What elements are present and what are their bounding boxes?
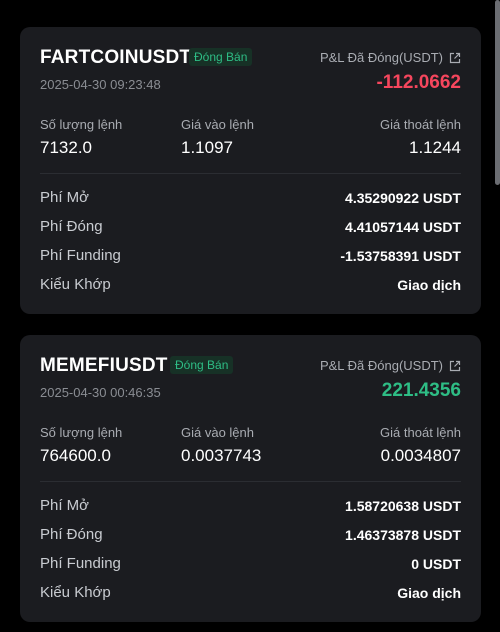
fee-value: -1.53758391 USDT [340, 247, 461, 264]
pnl-label[interactable]: P&L Đã Đóng(USDT) [320, 358, 461, 373]
fee-value: 4.41057144 USDT [345, 218, 461, 235]
external-link-icon[interactable] [449, 52, 461, 64]
fee-row-funding: Phí Funding -1.53758391 USDT [40, 241, 461, 270]
fee-value: 4.35290922 USDT [345, 189, 461, 206]
fee-label: Phí Funding [40, 247, 121, 264]
entry-price-value: 0.0037743 [181, 446, 262, 465]
entry-price-label: Giá vào lệnh [181, 425, 254, 440]
fee-row-open: Phí Mở 4.35290922 USDT [40, 183, 461, 212]
position-card[interactable]: FARTCOINUSDT Đóng Bán 2025-04-30 09:23:4… [20, 27, 481, 314]
exit-price-value: 0.0034807 [380, 446, 461, 465]
quantity-stat: Số lượng lệnh 7132.0 [40, 117, 122, 158]
card-header: MEMEFIUSDT Đóng Bán 2025-04-30 00:46:35 … [40, 335, 461, 401]
fee-label: Kiểu Khớp [40, 276, 111, 293]
fee-list: Phí Mở 1.58720638 USDT Phí Đóng 1.463738… [40, 482, 461, 607]
fee-row-close: Phí Đóng 1.46373878 USDT [40, 520, 461, 549]
pnl-label-text: P&L Đã Đóng(USDT) [319, 50, 443, 65]
fee-list: Phí Mở 4.35290922 USDT Phí Đóng 4.410571… [40, 174, 461, 299]
fee-label: Phí Đóng [40, 218, 103, 235]
quantity-label: Số lượng lệnh [40, 117, 123, 132]
fee-row-match-type: Kiểu Khớp Giao dịch [40, 578, 461, 607]
quantity-label: Số lượng lệnh [40, 425, 123, 440]
fee-row-funding: Phí Funding 0 USDT [40, 549, 461, 578]
exit-price-value: 1.1244 [409, 138, 461, 157]
quantity-value: 7132.0 [40, 138, 92, 157]
entry-price-value: 1.1097 [181, 138, 233, 157]
fee-value: 0 USDT [411, 555, 461, 572]
side-badge: Đóng Bán [170, 356, 234, 374]
entry-price-stat: Giá vào lệnh 0.0037743 [181, 425, 261, 466]
fee-value: 1.58720638 USDT [345, 497, 461, 514]
pnl-label[interactable]: P&L Đã Đóng(USDT) [320, 50, 461, 65]
exit-price-stat: Giá thoát lệnh 1.1244 [380, 117, 461, 158]
entry-price-label: Giá vào lệnh [181, 117, 254, 132]
fee-label: Phí Mở [40, 189, 90, 206]
symbol-name: FARTCOINUSDT [40, 47, 192, 68]
fee-row-open: Phí Mở 1.58720638 USDT [40, 491, 461, 520]
exit-price-label: Giá thoát lệnh [380, 117, 461, 132]
fee-label: Phí Mở [40, 497, 90, 514]
fee-label: Kiểu Khớp [40, 584, 111, 601]
trade-stats: Số lượng lệnh 7132.0 Giá vào lệnh 1.1097… [40, 87, 461, 173]
scrollbar[interactable] [495, 0, 500, 185]
fee-label: Phí Đóng [40, 526, 103, 543]
pnl-label-text: P&L Đã Đóng(USDT) [319, 358, 443, 373]
quantity-stat: Số lượng lệnh 764600.0 [40, 425, 122, 466]
entry-price-stat: Giá vào lệnh 1.1097 [181, 117, 254, 158]
fee-row-match-type: Kiểu Khớp Giao dịch [40, 270, 461, 299]
exit-price-label: Giá thoát lệnh [380, 425, 461, 440]
fee-value: Giao dịch [397, 276, 461, 293]
quantity-value: 764600.0 [40, 446, 111, 465]
fee-label: Phí Funding [40, 555, 121, 572]
card-header: FARTCOINUSDT Đóng Bán 2025-04-30 09:23:4… [40, 27, 461, 93]
symbol-name: MEMEFIUSDT [40, 355, 168, 376]
fee-row-close: Phí Đóng 4.41057144 USDT [40, 212, 461, 241]
side-badge: Đóng Bán [189, 48, 253, 66]
fee-value: 1.46373878 USDT [345, 526, 461, 543]
external-link-icon[interactable] [449, 360, 461, 372]
exit-price-stat: Giá thoát lệnh 0.0034807 [380, 425, 461, 466]
trade-stats: Số lượng lệnh 764600.0 Giá vào lệnh 0.00… [40, 395, 461, 481]
position-card[interactable]: MEMEFIUSDT Đóng Bán 2025-04-30 00:46:35 … [20, 335, 481, 622]
fee-value: Giao dịch [397, 584, 461, 601]
